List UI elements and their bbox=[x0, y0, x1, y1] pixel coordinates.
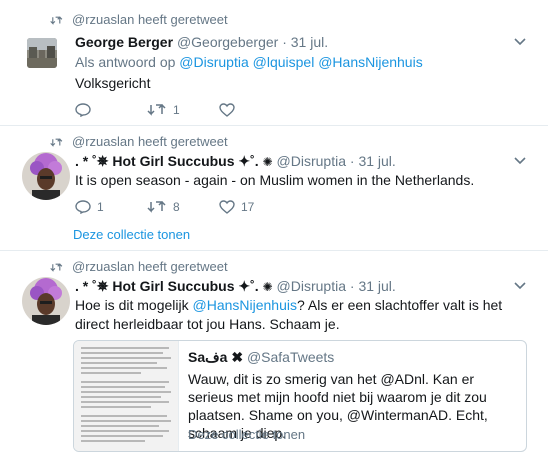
thumbnail-text-line bbox=[81, 381, 169, 383]
quoted-tweet-header: Saفa ✖ @SafaTweets bbox=[188, 349, 334, 366]
tweet-text: It is open season - again - on Muslim wo… bbox=[75, 172, 475, 188]
tweet-disruptia-1[interactable]: @rzuaslan heeft geretweet . * ˚✵ Hot Gir… bbox=[0, 126, 548, 251]
retweet-context: @rzuaslan heeft geretweet bbox=[50, 259, 228, 274]
thumbnail-text-line bbox=[81, 440, 145, 442]
tweet-george-berger[interactable]: @rzuaslan heeft geretweet George Berger … bbox=[0, 0, 548, 126]
landscape-photo-icon bbox=[27, 38, 57, 68]
thumbnail-text-line bbox=[81, 372, 141, 374]
retweet-icon bbox=[147, 103, 166, 116]
quoted-user-handle[interactable]: @SafaTweets bbox=[247, 349, 334, 365]
retweet-small-icon bbox=[50, 262, 63, 272]
profile-photo-icon bbox=[22, 152, 70, 200]
thumbnail-text-line bbox=[81, 362, 157, 364]
reply-icon bbox=[75, 103, 91, 117]
tweet-actions: 1 bbox=[75, 103, 291, 117]
display-name[interactable]: . * ˚✵ Hot Girl Succubus ✦˚. bbox=[75, 153, 259, 169]
user-handle[interactable]: @Georgeberger bbox=[177, 34, 278, 50]
timeline: @rzuaslan heeft geretweet George Berger … bbox=[0, 0, 548, 458]
reply-mention-lquispel[interactable]: @lquispel bbox=[253, 54, 315, 70]
reply-count: 1 bbox=[97, 200, 104, 214]
chevron-down-icon[interactable] bbox=[514, 282, 526, 290]
thumbnail-text-line bbox=[81, 396, 161, 398]
retweet-button[interactable]: 8 bbox=[147, 200, 219, 214]
retweet-small-icon bbox=[50, 15, 63, 25]
retweet-button[interactable]: 1 bbox=[147, 103, 219, 117]
quoted-display-name[interactable]: Saفa ✖ bbox=[188, 349, 243, 365]
tweet-header: . * ˚✵ Hot Girl Succubus ✦˚. ✺ @Disrupti… bbox=[75, 278, 396, 295]
retweet-context: @rzuaslan heeft geretweet bbox=[50, 12, 228, 27]
reply-button[interactable]: 1 bbox=[75, 200, 147, 214]
retweet-context-label: @rzuaslan heeft geretweet bbox=[72, 259, 228, 274]
thumbnail-text-line bbox=[81, 430, 169, 432]
reply-mention-disruptia[interactable]: @Disruptia bbox=[179, 54, 248, 70]
retweet-context-label: @rzuaslan heeft geretweet bbox=[72, 134, 228, 149]
retweet-context-label: @rzuaslan heeft geretweet bbox=[72, 12, 228, 27]
reply-button[interactable] bbox=[75, 103, 147, 117]
thumbnail-text-line bbox=[81, 367, 167, 369]
retweet-count: 8 bbox=[173, 200, 180, 214]
thumbnail-text-line bbox=[81, 415, 167, 417]
thumbnail-text-line bbox=[81, 406, 151, 408]
tweet-text: Volksgericht bbox=[75, 75, 151, 91]
like-button[interactable] bbox=[219, 103, 291, 117]
tweet-header: George Berger @Georgeberger · 31 jul. bbox=[75, 34, 328, 50]
display-name[interactable]: . * ˚✵ Hot Girl Succubus ✦˚. bbox=[75, 278, 259, 294]
chevron-down-icon[interactable] bbox=[514, 38, 526, 46]
heart-icon bbox=[219, 200, 235, 214]
reply-context: Als antwoord op @Disruptia @lquispel @Ha… bbox=[75, 53, 423, 72]
chevron-down-icon[interactable] bbox=[514, 157, 526, 165]
user-handle[interactable]: @Disruptia bbox=[277, 278, 346, 294]
reply-mention-hansnijenhuis[interactable]: @HansNijenhuis bbox=[318, 54, 422, 70]
user-handle[interactable]: @Disruptia bbox=[277, 153, 346, 169]
avatar-disruptia[interactable] bbox=[22, 152, 70, 200]
thumbnail-text-line bbox=[81, 347, 169, 349]
thumbnail-text-line bbox=[81, 425, 159, 427]
tweet-text-start: Hoe is dit mogelijk bbox=[75, 297, 189, 313]
thumbnail-text-line bbox=[81, 420, 171, 422]
flower-icon: ✺ bbox=[262, 280, 273, 294]
retweet-count: 1 bbox=[173, 103, 180, 117]
retweet-small-icon bbox=[50, 137, 63, 147]
timestamp[interactable]: · 31 jul. bbox=[350, 153, 396, 169]
thumbnail-text-line bbox=[81, 391, 171, 393]
show-collection-link[interactable]: Deze collectie tonen bbox=[73, 227, 190, 242]
display-name[interactable]: George Berger bbox=[75, 34, 173, 50]
avatar-george-berger[interactable] bbox=[27, 38, 57, 68]
like-button[interactable]: 17 bbox=[219, 200, 291, 214]
tweet-actions: 1 8 17 bbox=[75, 200, 291, 214]
reply-icon bbox=[75, 200, 91, 214]
tweet-header: . * ˚✵ Hot Girl Succubus ✦˚. ✺ @Disrupti… bbox=[75, 153, 396, 170]
like-count: 17 bbox=[241, 200, 255, 214]
thumbnail-text-line bbox=[81, 357, 171, 359]
heart-icon bbox=[219, 103, 235, 117]
article-thumbnail[interactable] bbox=[74, 341, 179, 451]
quoted-tweet[interactable]: Saفa ✖ @SafaTweets Wauw, dit is zo smeri… bbox=[73, 340, 527, 452]
thumbnail-text-line bbox=[81, 352, 163, 354]
tweet-text: Hoe is dit mogelijk @HansNijenhuis? Als … bbox=[75, 296, 530, 334]
timestamp[interactable]: · 31 jul. bbox=[282, 34, 328, 50]
retweet-icon bbox=[147, 200, 166, 213]
thumbnail-text-line bbox=[81, 386, 165, 388]
thumbnail-text-line bbox=[81, 401, 169, 403]
thumbnail-text-line bbox=[81, 435, 163, 437]
reply-prefix: Als antwoord op bbox=[75, 54, 176, 70]
retweet-context: @rzuaslan heeft geretweet bbox=[50, 134, 228, 149]
avatar-disruptia[interactable] bbox=[22, 277, 70, 325]
profile-photo-icon bbox=[22, 277, 70, 325]
quoted-show-collection-link[interactable]: Deze collectie tonen bbox=[188, 427, 305, 442]
mention-hansnijenhuis[interactable]: @HansNijenhuis bbox=[193, 297, 297, 313]
timestamp[interactable]: · 31 jul. bbox=[350, 278, 396, 294]
flower-icon: ✺ bbox=[262, 155, 273, 169]
